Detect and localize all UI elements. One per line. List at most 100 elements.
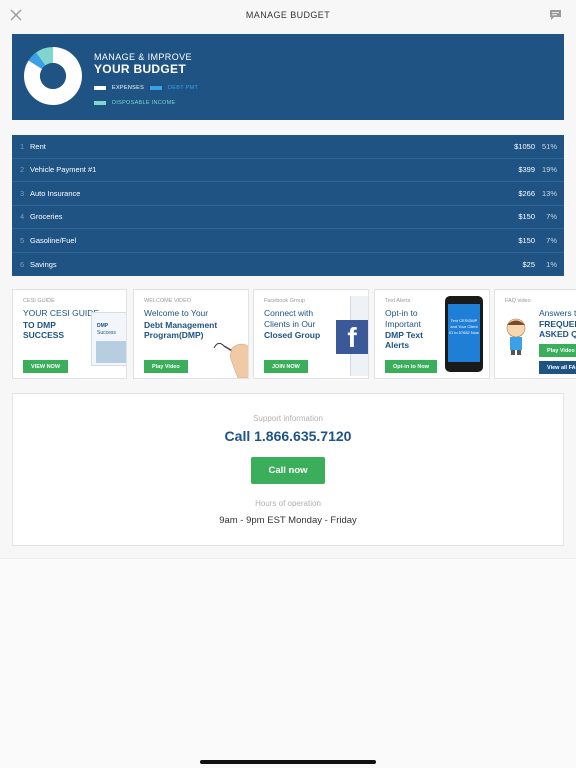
expense-name: Rent [30,141,46,151]
promo-line: SUCCESS [23,330,65,340]
expense-row[interactable]: 1 Rent $1050 51% [12,135,564,159]
donut-hole [40,63,66,89]
budget-subtitle: MANAGE & IMPROVE [94,52,192,62]
facebook-icon: f [336,320,368,354]
play-video-button[interactable]: Play Video [144,360,188,373]
budget-title: YOUR BUDGET [94,62,186,76]
top-bar: MANAGE BUDGET [0,0,576,34]
expense-name: Vehicle Payment #1 [30,165,97,175]
expense-percent: 51% [541,141,557,151]
legend-debt: DEBT PMT [150,85,198,91]
budget-summary-card[interactable]: MANAGE & IMPROVE YOUR BUDGET EXPENSES DE… [12,34,564,120]
promo-line: Opt-in to [385,308,418,318]
promo-line: Connect with [264,308,314,318]
legend-label: DEBT PMT [168,85,199,91]
promo-line: Debt Management [144,320,218,330]
legend-swatch-expenses [94,86,106,90]
legend-expenses: EXPENSES [94,85,144,91]
expense-percent: 7% [546,212,557,222]
phone-screen-text: Text CESIDMP and Your Client ID to 57682… [449,318,479,335]
promo-carousel[interactable]: CESI GUIDE YOUR CESI GUIDE TO DMP SUCCES… [12,289,576,379]
row-number: 3 [20,188,25,198]
empty-area [0,558,576,768]
expense-percent: 7% [546,235,557,245]
play-video-button[interactable]: Play Video [539,344,576,357]
row-number: 1 [20,141,25,151]
home-indicator[interactable] [200,760,376,764]
promo-line: Important [385,319,421,329]
promo-line: Program(DMP) [144,330,204,340]
facebook-glyph: f [347,322,357,353]
expense-name: Gasoline/Fuel [30,235,77,245]
legend-label: DISPOSABLE INCOME [112,100,176,106]
promo-line: ASKED QUESTIONS [539,329,576,339]
promo-category: Facebook Group [264,298,305,304]
support-label: Support information [253,414,323,423]
phone-screen: Text CESIDMP and Your Client ID to 57682… [448,304,480,362]
book-title: Success [97,330,116,336]
promo-card-welcome-video[interactable]: WELCOME VIDEO Welcome to Your Debt Manag… [133,289,249,379]
expense-amount: $399 [518,165,535,175]
expense-row[interactable]: 2 Vehicle Payment #1 $399 19% [12,159,564,182]
promo-line: Answers to [539,308,576,318]
promo-line: DMP Text [385,330,423,340]
row-number: 6 [20,259,25,269]
budget-donut-chart [23,47,82,105]
promo-card-cesi-guide[interactable]: CESI GUIDE YOUR CESI GUIDE TO DMP SUCCES… [12,289,127,379]
expense-amount: $150 [518,212,535,222]
expense-name: Auto Insurance [30,188,81,198]
promo-category: FAQ video [505,298,531,304]
expense-percent: 13% [541,188,557,198]
promo-line: YOUR CESI GUIDE [23,308,100,318]
promo-card-faq-video[interactable]: FAQ video Answers to FREQUENTLY ASKED QU… [494,289,576,379]
promo-line: Welcome to Your [144,308,209,318]
promo-category: CESI GUIDE [23,298,55,304]
support-phone[interactable]: Call 1.866.635.7120 [13,428,563,444]
legend-swatch-disposable [94,101,106,105]
book-photo [96,341,126,363]
view-all-faqs-button[interactable]: View all FAQs [539,361,576,374]
expense-list: 1 Rent $1050 51% 2 Vehicle Payment #1 $3… [12,135,564,276]
guide-book-image: DMP Success [91,312,126,366]
expense-amount: $266 [518,188,535,198]
promo-line: TO DMP [23,320,56,330]
promo-line: Alerts [385,340,410,350]
expense-percent: 19% [541,165,557,175]
expense-percent: 1% [546,259,557,269]
row-number: 4 [20,212,25,222]
promo-card-text-alerts[interactable]: Text Alerts Opt-in to Important DMP Text… [374,289,490,379]
expense-amount: $1050 [514,141,535,151]
promo-line: FREQUENTLY [539,319,576,329]
hours-of-operation: 9am - 9pm EST Monday - Friday [219,515,357,526]
opt-in-button[interactable]: Opt-in to Now [385,360,438,373]
book-title: DMP [97,323,109,329]
promo-line: Closed Group [264,330,321,340]
support-card: Support information Call 1.866.635.7120 … [12,393,564,546]
promo-category: Text Alerts [385,298,411,304]
call-now-button[interactable]: Call now [251,457,325,484]
expense-row[interactable]: 4 Groceries $150 7% [12,206,564,229]
legend-swatch-debt [150,86,162,90]
view-now-button[interactable]: VIEW NOW [23,360,69,373]
expense-amount: $25 [522,259,535,269]
promo-card-facebook-group[interactable]: Facebook Group Connect with Clients in O… [253,289,369,379]
expense-amount: $150 [518,235,535,245]
legend-label: EXPENSES [112,85,145,91]
chat-icon[interactable] [549,9,562,21]
hand-drawing-icon [213,342,248,378]
page-title: MANAGE BUDGET [245,10,331,20]
promo-line: Clients in Our [264,319,316,329]
expense-name: Savings [30,259,57,269]
row-number: 5 [20,235,25,245]
hours-label: Hours of operation [255,499,321,508]
faq-character-icon [506,318,526,355]
join-now-button[interactable]: JOIN NOW [264,360,308,373]
expense-row[interactable]: 5 Gasoline/Fuel $150 7% [12,229,564,253]
legend-disposable: DISPOSABLE INCOME [94,100,175,106]
expense-name: Groceries [30,212,63,222]
expense-row[interactable]: 3 Auto Insurance $266 13% [12,182,564,206]
promo-category: WELCOME VIDEO [144,298,192,304]
phone-image: Text CESIDMP and Your Client ID to 57682… [445,296,483,372]
expense-row[interactable]: 6 Savings $25 1% [12,253,564,277]
row-number: 2 [20,165,25,175]
